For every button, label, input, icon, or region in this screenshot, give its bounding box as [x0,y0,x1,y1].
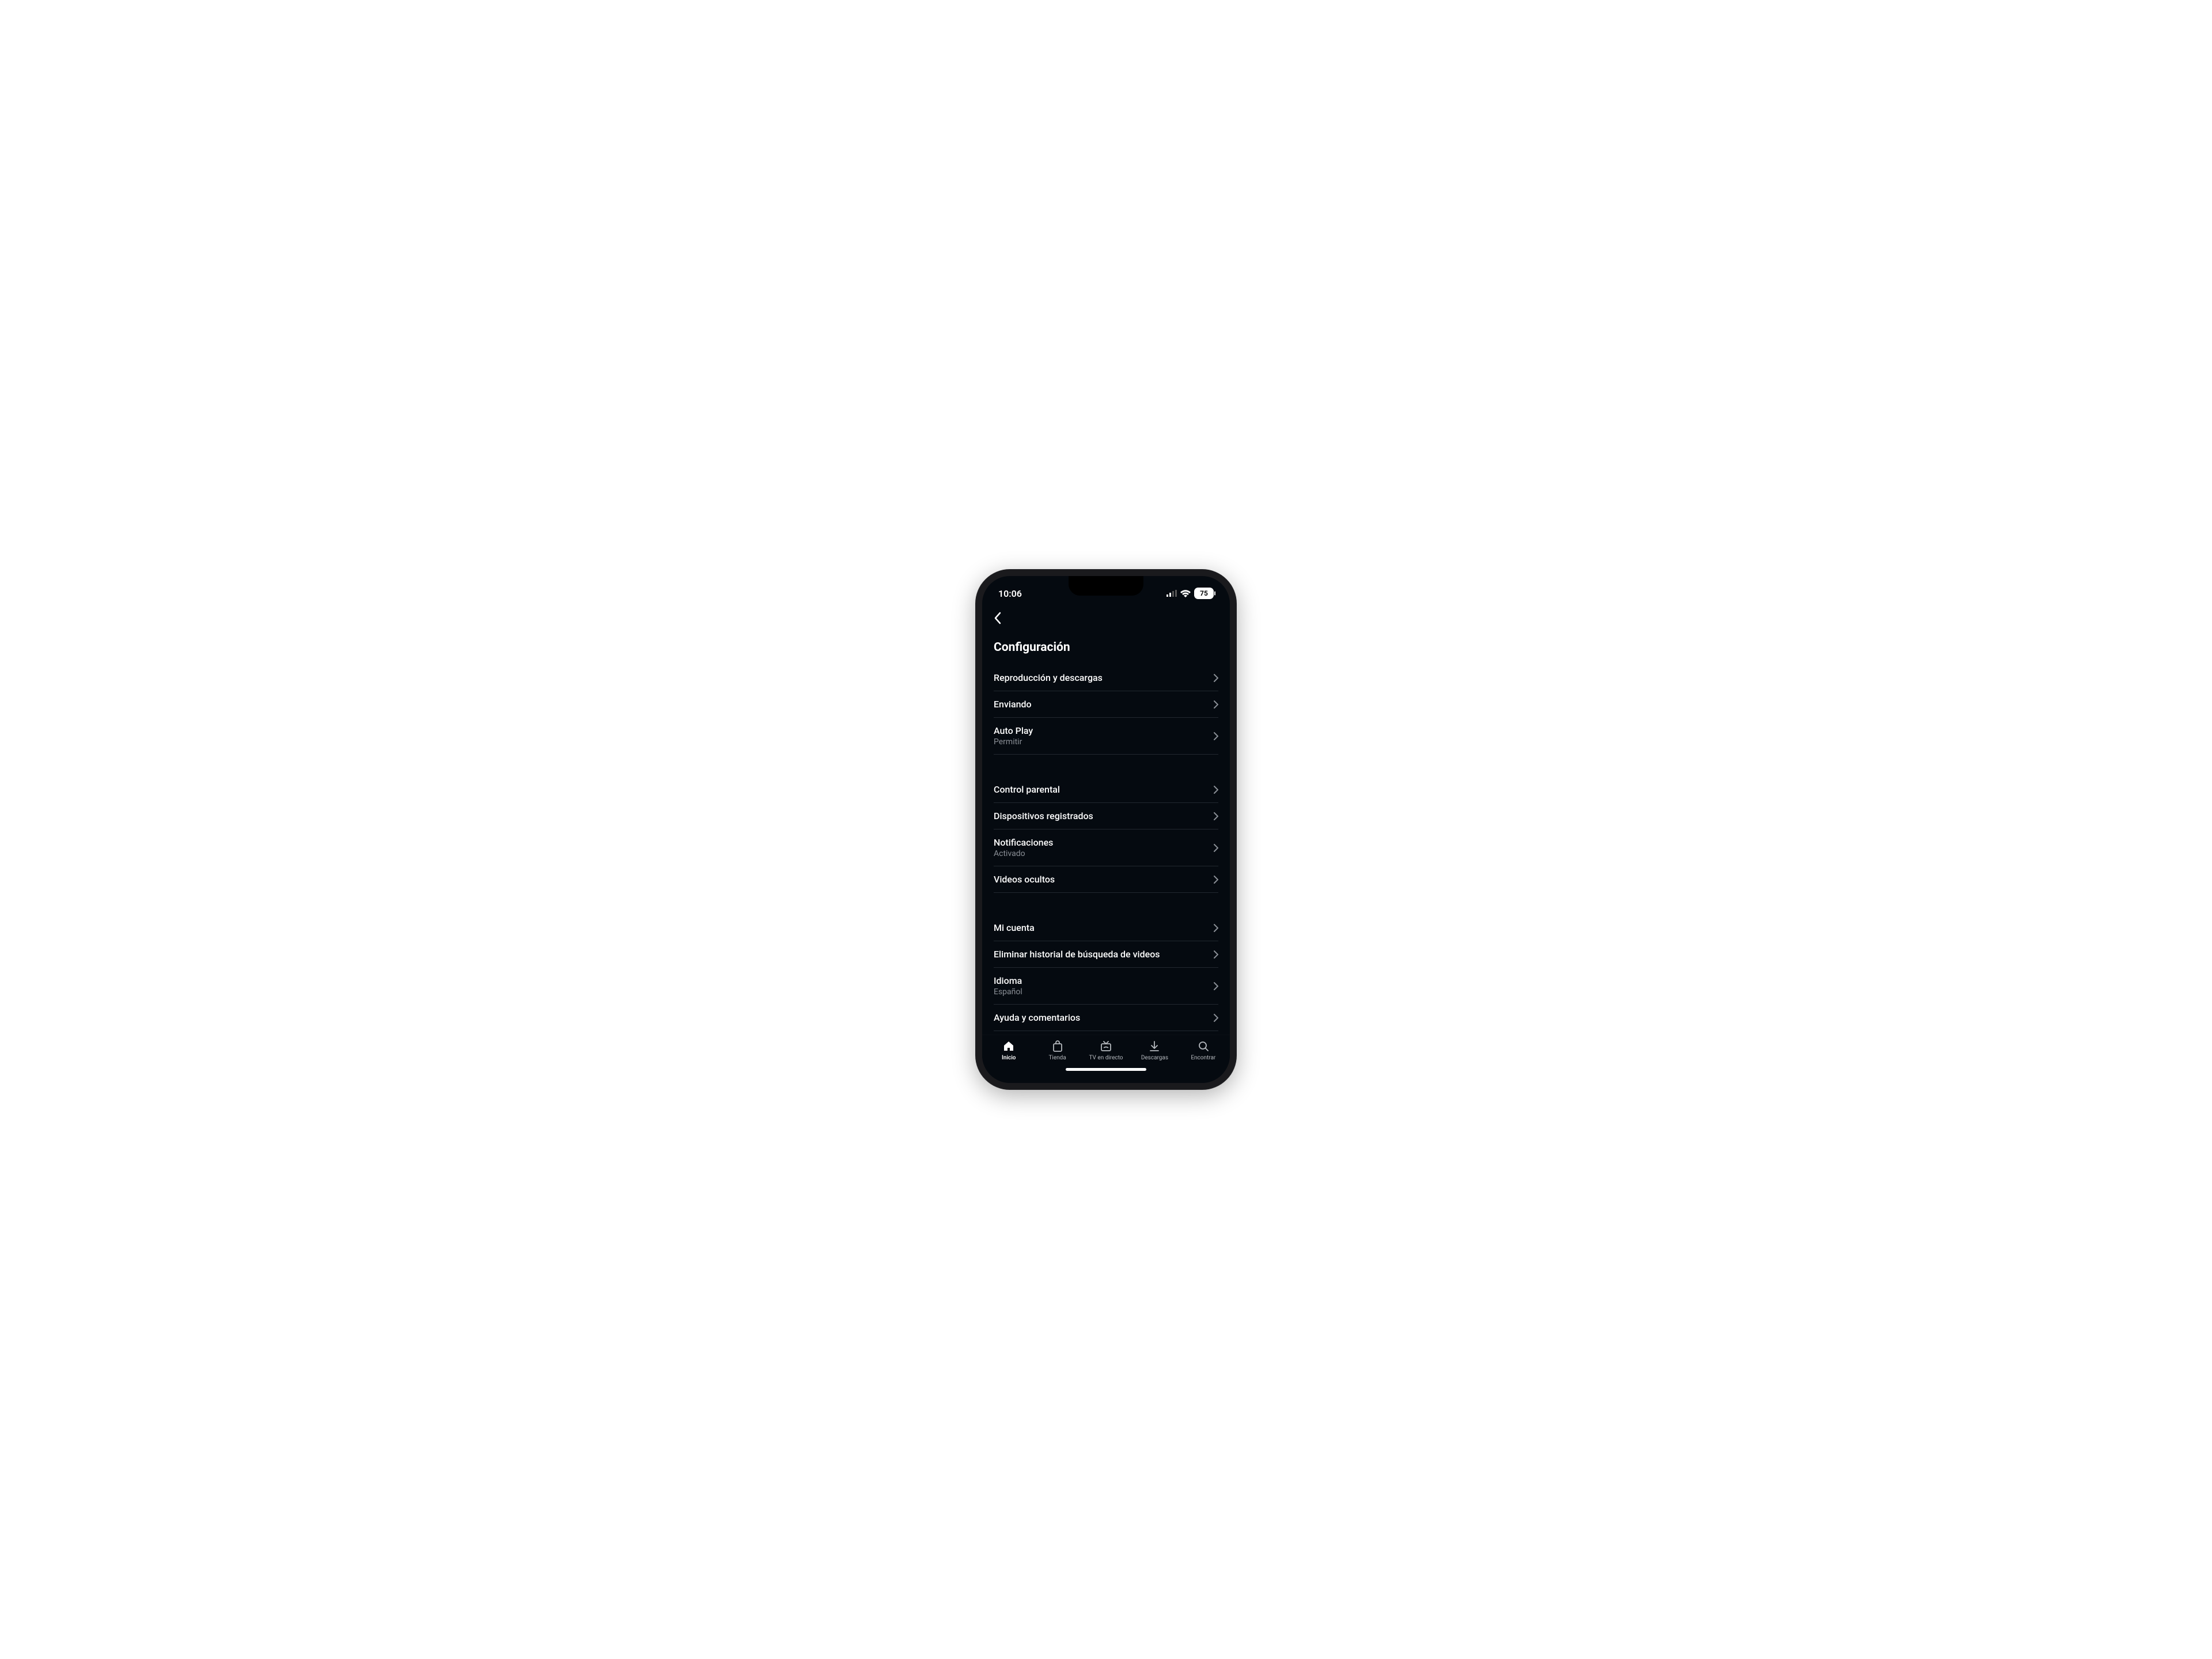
tab-home[interactable]: Inicio [984,1040,1033,1061]
search-icon [1197,1040,1210,1052]
row-language[interactable]: Idioma Español [994,968,1218,1005]
home-icon [1002,1040,1015,1052]
chevron-right-icon [1214,786,1218,794]
row-registered-devices[interactable]: Dispositivos registrados [994,803,1218,830]
tab-label: Encontrar [1191,1055,1215,1061]
tab-bar: Inicio Tienda TV en directo Descargas [982,1035,1230,1065]
row-help-feedback[interactable]: Ayuda y comentarios [994,1005,1218,1031]
phone-screen: 10:06 75 Configuración [982,576,1230,1083]
back-button[interactable] [994,612,1001,624]
row-label: Notificaciones [994,837,1053,848]
settings-list: Reproducción y descargas Enviando Auto P… [982,665,1230,1035]
row-my-account[interactable]: Mi cuenta [994,915,1218,941]
tab-find[interactable]: Encontrar [1179,1040,1228,1061]
row-clear-search-history[interactable]: Eliminar historial de búsqueda de videos [994,941,1218,968]
row-label: Eliminar historial de búsqueda de videos [994,949,1160,960]
home-indicator-area [982,1065,1230,1083]
row-label: Dispositivos registrados [994,810,1093,821]
settings-group: Control parental Dispositivos registrado… [994,777,1218,893]
chevron-right-icon [1214,1014,1218,1022]
tab-label: Descargas [1141,1055,1168,1061]
chevron-right-icon [1214,924,1218,932]
chevron-right-icon [1214,844,1218,852]
chevron-right-icon [1214,812,1218,820]
tab-live-tv[interactable]: TV en directo [1082,1040,1130,1061]
tab-downloads[interactable]: Descargas [1130,1040,1179,1061]
row-label: Reproducción y descargas [994,672,1103,683]
row-label: Videos ocultos [994,874,1055,885]
battery-level: 75 [1200,589,1208,597]
chevron-right-icon [1214,876,1218,884]
nav-bar [982,607,1230,630]
row-label: Auto Play [994,725,1033,736]
cellular-signal-icon [1166,590,1177,597]
tab-store[interactable]: Tienda [1033,1040,1081,1061]
row-sublabel: Español [994,987,1022,997]
tab-label: Inicio [1002,1055,1016,1061]
row-sublabel: Activado [994,849,1053,858]
tab-label: TV en directo [1089,1055,1123,1061]
battery-icon: 75 [1194,588,1214,599]
chevron-right-icon [1214,950,1218,959]
row-label: Mi cuenta [994,922,1035,933]
home-indicator[interactable] [1066,1068,1146,1071]
wifi-icon [1180,590,1191,597]
row-sending[interactable]: Enviando [994,691,1218,718]
row-playback-downloads[interactable]: Reproducción y descargas [994,665,1218,691]
row-label: Idioma [994,975,1022,986]
chevron-right-icon [1214,982,1218,990]
settings-group: Mi cuenta Eliminar historial de búsqueda… [994,915,1218,1031]
row-label: Control parental [994,784,1060,795]
status-time: 10:06 [998,588,1022,599]
settings-group: Reproducción y descargas Enviando Auto P… [994,665,1218,755]
tv-icon [1100,1040,1112,1052]
row-sublabel: Permitir [994,737,1033,747]
chevron-right-icon [1214,700,1218,709]
row-parental-control[interactable]: Control parental [994,777,1218,803]
download-icon [1148,1040,1161,1052]
shopping-bag-icon [1051,1040,1064,1052]
chevron-right-icon [1214,732,1218,740]
chevron-right-icon [1214,674,1218,682]
row-label: Enviando [994,699,1032,710]
row-hidden-videos[interactable]: Videos ocultos [994,866,1218,893]
tab-label: Tienda [1048,1055,1066,1061]
row-notifications[interactable]: Notificaciones Activado [994,830,1218,866]
phone-frame: 10:06 75 Configuración [975,569,1237,1090]
row-label: Ayuda y comentarios [994,1012,1080,1023]
page-title: Configuración [982,630,1230,665]
status-right: 75 [1166,588,1214,599]
row-autoplay[interactable]: Auto Play Permitir [994,718,1218,755]
notch [1069,576,1143,596]
